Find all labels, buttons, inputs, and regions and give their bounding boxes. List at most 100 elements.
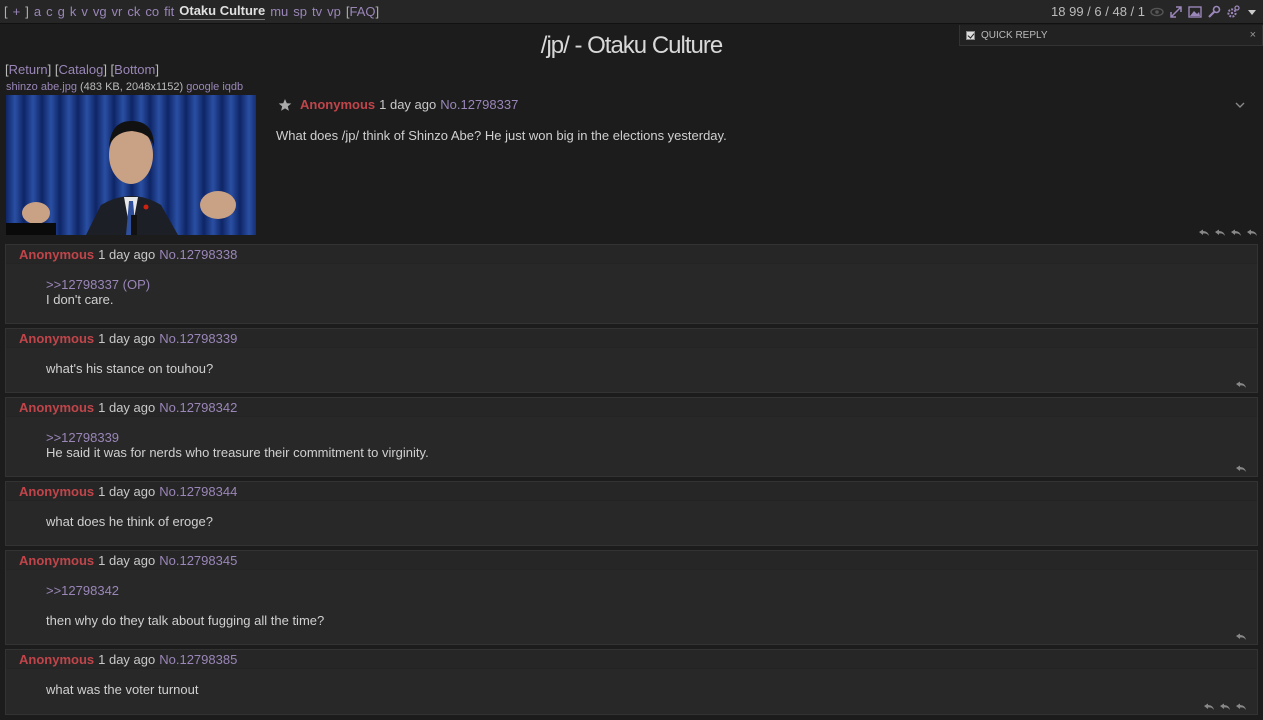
poster-name: Anonymous [19,552,95,568]
bottom-link[interactable]: Bottom [114,62,155,77]
board-list-open-bracket: [ [4,4,8,19]
post-number[interactable]: No.12798338 [159,247,237,262]
backlink-arrow-icon[interactable] [1246,226,1258,236]
op-thumbnail-image[interactable] [6,95,256,235]
post-number[interactable]: No.12798385 [159,652,237,667]
reply-header: Anonymous 1 day ago No.12798345 [6,551,1257,570]
file-meta: (483 KB, 2048x1152) [80,81,184,93]
quote-link[interactable]: >>12798342 [46,583,1257,598]
poster-name: Anonymous [19,330,95,346]
op-poster-name: Anonymous [300,97,376,112]
board-link-fit[interactable]: fit [164,4,174,19]
reply-body: >>12798337 (OP) I don't care. [6,264,1257,307]
board-link-vp[interactable]: vp [327,4,341,19]
reply-body: what does he think of eroge? [6,501,1257,529]
reply-text: what's his stance on touhou? [46,361,214,376]
board-link-tv[interactable]: tv [312,4,322,19]
board-link-ck[interactable]: ck [127,4,140,19]
board-link-a[interactable]: a [34,4,41,19]
file-info: shinzo abe.jpg (483 KB, 2048x1152) googl… [6,81,243,93]
op-post-text: What does /jp/ think of Shinzo Abe? He j… [276,128,727,143]
reply-body: >>12798339 He said it was for nerds who … [6,417,1257,460]
reply-header: Anonymous 1 day ago No.12798385 [6,650,1257,669]
post-date: 1 day ago [98,399,156,415]
board-link-sp[interactable]: sp [293,4,307,19]
reply-backlinks [1235,630,1247,640]
post-number[interactable]: No.12798342 [159,400,237,415]
gear-icon[interactable] [1226,4,1240,19]
quote-link[interactable]: >>12798337 (OP) [46,277,1257,292]
post-date: 1 day ago [98,483,156,499]
post-date: 1 day ago [98,330,156,346]
board-title: /jp/ - Otaku Culture [540,32,723,59]
reply-post: Anonymous 1 day ago No.12798339 what's h… [5,328,1258,393]
poster-name: Anonymous [19,483,95,499]
reply-backlinks [1203,700,1247,710]
backlink-arrow-icon[interactable] [1235,462,1247,472]
reply-body: what's his stance on touhou? [6,348,1257,376]
backlink-arrow-icon[interactable] [1198,226,1210,236]
reply-backlinks [1235,462,1247,472]
eye-icon[interactable] [1150,5,1164,19]
reply-post: Anonymous 1 day ago No.12798385 what was… [5,649,1258,715]
board-link-vg[interactable]: vg [93,4,107,19]
backlink-arrow-icon[interactable] [1214,226,1226,236]
reply-post: Anonymous 1 day ago No.12798344 what doe… [5,481,1258,546]
google-search-link[interactable]: google [186,81,219,93]
file-name-link[interactable]: shinzo abe.jpg [6,81,77,93]
reply-header: Anonymous 1 day ago No.12798342 [6,398,1257,417]
thread-navigation: [Return] [Catalog] [Bottom] [5,62,159,77]
reply-header: Anonymous 1 day ago No.12798338 [6,245,1257,264]
board-list: [ + ] a c g k v vg vr ck co fit Otaku Cu… [4,3,379,20]
reply-header: Anonymous 1 day ago No.12798339 [6,329,1257,348]
chevron-down-icon[interactable] [1245,5,1259,19]
post-number[interactable]: No.12798344 [159,484,237,499]
post-number[interactable]: No.12798339 [159,331,237,346]
reply-body: what was the voter turnout [6,669,1257,697]
board-link-c[interactable]: c [46,4,53,19]
board-link-g[interactable]: g [58,4,65,19]
image-icon[interactable] [1188,5,1202,19]
backlink-arrow-icon[interactable] [1235,700,1247,710]
op-backlinks [1198,226,1258,236]
top-navigation-bar: [ + ] a c g k v vg vr ck co fit Otaku Cu… [0,0,1263,24]
board-link-vr[interactable]: vr [112,4,123,19]
quote-link[interactable]: >>12798339 [46,430,1257,445]
board-link-v[interactable]: v [81,4,88,19]
post-number[interactable]: No.12798345 [159,553,237,568]
board-link-mu[interactable]: mu [270,4,288,19]
reply-post: Anonymous 1 day ago No.12798342 >>127983… [5,397,1258,477]
board-link-k[interactable]: k [70,4,77,19]
reply-text: He said it was for nerds who treasure th… [46,445,429,460]
op-post-number[interactable]: No.12798337 [440,97,518,112]
reply-text: I don't care. [46,292,114,307]
op-date: 1 day ago [379,97,437,112]
reply-body: >>12798342 then why do they talk about f… [6,570,1257,628]
board-link-plus[interactable]: + [13,4,21,19]
iqdb-search-link[interactable]: iqdb [222,81,243,93]
faq-link[interactable]: FAQ [350,4,376,19]
poster-name: Anonymous [19,246,95,262]
backlink-arrow-icon[interactable] [1235,630,1247,640]
board-link-current[interactable]: Otaku Culture [179,3,266,20]
return-link[interactable]: Return [9,62,48,77]
backlink-arrow-icon[interactable] [1235,378,1247,388]
catalog-link[interactable]: Catalog [59,62,104,77]
board-link-co[interactable]: co [145,4,159,19]
backlink-arrow-icon[interactable] [1219,700,1231,710]
reply-post: Anonymous 1 day ago No.12798338 >>127983… [5,244,1258,324]
expand-icon[interactable] [1169,5,1183,19]
reply-text: what does he think of eroge? [46,514,213,529]
faq-close-bracket: ] [375,4,380,19]
backlink-arrow-icon[interactable] [1203,700,1215,710]
star-icon[interactable] [278,98,292,112]
reply-text: then why do they talk about fugging all … [46,613,325,628]
op-post-header: Anonymous 1 day ago No.12798337 [278,97,518,112]
backlink-arrow-icon[interactable] [1230,226,1242,236]
reply-backlinks [1235,378,1247,388]
post-menu-chevron-icon[interactable] [1234,99,1246,111]
thread-stats-area: 18 99 / 6 / 48 / 1 [1051,4,1259,19]
wrench-icon[interactable] [1207,5,1221,19]
post-date: 1 day ago [98,552,156,568]
reply-header: Anonymous 1 day ago No.12798344 [6,482,1257,501]
